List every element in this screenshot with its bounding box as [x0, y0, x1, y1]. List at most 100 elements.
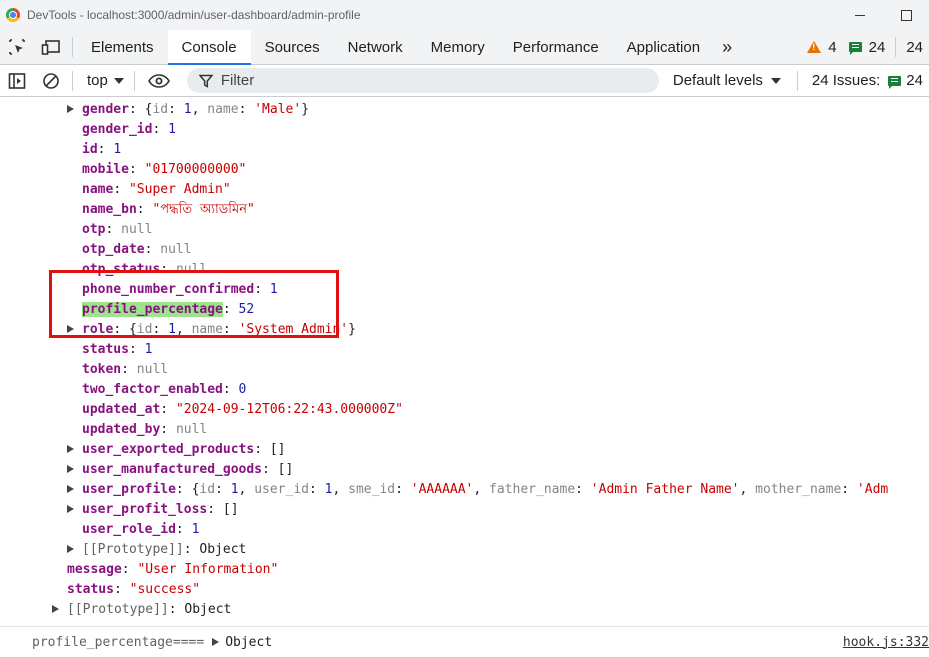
context-selector[interactable]: top: [77, 72, 130, 89]
preview-key: mother_name: [755, 482, 842, 497]
expand-triangle-icon[interactable]: [212, 637, 220, 646]
preview-key: id: [136, 322, 153, 337]
property-row: name_bn: "পদ্ধতি অ্যাডমিন": [82, 202, 255, 217]
property-value: null: [175, 262, 208, 277]
property-value: "success": [129, 582, 201, 597]
expand-triangle-icon[interactable]: [67, 545, 74, 553]
property-row: updated_at: "2024-09-12T06:22:43.000000Z…: [82, 402, 403, 417]
property-key: name: [82, 182, 114, 197]
expand-triangle-icon[interactable]: [67, 325, 74, 333]
show-sidebar-button[interactable]: [0, 65, 34, 96]
prototype-key: [[Prototype]]: [67, 602, 169, 617]
object-row[interactable]: user_manufactured_goods: []: [67, 460, 293, 480]
count-separator: [895, 37, 897, 57]
property-value: 1: [191, 522, 200, 537]
property-value: 0: [238, 382, 247, 397]
property-value: "User Information": [137, 562, 279, 577]
property-key: phone_number_confirmed: [82, 282, 255, 297]
tab-sources[interactable]: Sources: [251, 30, 334, 64]
preview-key: name: [191, 322, 223, 337]
preview-key: id: [152, 102, 169, 117]
expand-triangle-icon[interactable]: [67, 485, 74, 493]
property-value: "2024-09-12T06:22:43.000000Z": [175, 402, 403, 417]
log-label: profile_percentage====: [32, 634, 205, 650]
inspect-icon: [9, 39, 25, 55]
tab-console[interactable]: Console: [167, 30, 251, 65]
property-row: mobile: "01700000000": [82, 162, 247, 177]
preview-key: sme_id: [348, 482, 396, 497]
filter-input[interactable]: Filter: [186, 68, 659, 93]
preview-value: 1: [230, 482, 239, 497]
minimize-button[interactable]: [837, 0, 883, 30]
maximize-button[interactable]: [883, 0, 929, 30]
tab-separator: [72, 37, 73, 57]
preview-key: father_name: [489, 482, 576, 497]
preview-key: id: [199, 482, 216, 497]
property-value: 1: [113, 142, 122, 157]
expand-triangle-icon[interactable]: [67, 505, 74, 513]
object-row[interactable]: user_profile: {id: 1, user_id: 1, sme_id…: [67, 480, 888, 500]
property-value: "পদ্ধতি অ্যাডমিন": [152, 202, 255, 217]
property-row: profile_percentage: 52: [82, 302, 255, 317]
property-row: otp_status: null: [82, 262, 208, 277]
device-toolbar-button[interactable]: [34, 30, 68, 64]
tab-performance[interactable]: Performance: [499, 30, 613, 64]
property-key: user_exported_products: [82, 442, 255, 457]
chevron-down-icon: [113, 77, 124, 84]
tab-application[interactable]: Application: [613, 30, 714, 64]
object-row[interactable]: gender: {id: 1, name: 'Male'}: [67, 100, 309, 120]
expand-triangle-icon[interactable]: [67, 465, 74, 473]
log-object[interactable]: Object: [212, 635, 272, 650]
property-value: 1: [144, 342, 153, 357]
object-row[interactable]: [[Prototype]]: Object: [52, 600, 231, 620]
property-key: message: [67, 562, 122, 577]
tab-elements[interactable]: Elements: [77, 30, 168, 64]
object-row[interactable]: user_exported_products: []: [67, 440, 286, 460]
property-key: name_bn: [82, 202, 137, 217]
tab-memory[interactable]: Memory: [417, 30, 499, 64]
clear-icon: [43, 72, 59, 89]
issue-count[interactable]: 24: [906, 39, 923, 56]
more-tabs-button[interactable]: »: [714, 30, 740, 64]
expand-triangle-icon[interactable]: [52, 605, 59, 613]
window-title-bar: DevTools - localhost:3000/admin/user-das…: [0, 0, 929, 30]
property-key: user_role_id: [82, 522, 176, 537]
toolbar-separator: [796, 70, 798, 91]
log-source-link[interactable]: hook.js:332: [843, 635, 929, 650]
warning-icon: [807, 41, 822, 53]
object-row[interactable]: role: {id: 1, name: 'System Admin'}: [67, 320, 356, 340]
inspect-element-button[interactable]: [0, 30, 34, 64]
property-key: id: [82, 142, 98, 157]
log-object-label: Object: [225, 634, 273, 650]
warning-count[interactable]: 4: [828, 39, 836, 56]
prototype-value: Object: [184, 602, 232, 617]
preview-brace: }: [301, 102, 310, 117]
property-value: []: [269, 442, 286, 457]
preview-key: user_id: [254, 482, 309, 497]
property-row: name: "Super Admin": [82, 182, 231, 197]
expand-triangle-icon[interactable]: [67, 105, 74, 113]
chevron-down-icon: [770, 77, 781, 84]
message-count[interactable]: 24: [869, 39, 886, 56]
property-key: status: [67, 582, 114, 597]
tab-network[interactable]: Network: [334, 30, 417, 64]
console-toolbar: top Filter Default levels 24 Issues: 24: [0, 65, 929, 97]
expand-triangle-icon[interactable]: [67, 445, 74, 453]
property-row: user_role_id: 1: [82, 522, 200, 537]
object-row[interactable]: user_profit_loss: []: [67, 500, 239, 520]
log-levels-dropdown[interactable]: Default levels: [659, 72, 793, 89]
prototype-key: [[Prototype]]: [82, 542, 184, 557]
devtools-tab-bar: Elements Console Sources Network Memory …: [0, 30, 929, 65]
property-value: []: [222, 502, 239, 517]
live-expression-button[interactable]: [139, 65, 179, 96]
clear-console-button[interactable]: [34, 65, 68, 96]
object-row[interactable]: [[Prototype]]: Object: [67, 540, 246, 560]
issues-button[interactable]: 24 Issues: 24: [802, 72, 923, 89]
preview-value: 1: [183, 102, 192, 117]
property-row: status: 1: [82, 342, 153, 357]
property-value: "Super Admin": [128, 182, 231, 197]
property-key: user_manufactured_goods: [82, 462, 263, 477]
chrome-icon: [6, 8, 20, 22]
maximize-icon: [900, 9, 912, 21]
log-levels-label: Default levels: [672, 72, 763, 89]
